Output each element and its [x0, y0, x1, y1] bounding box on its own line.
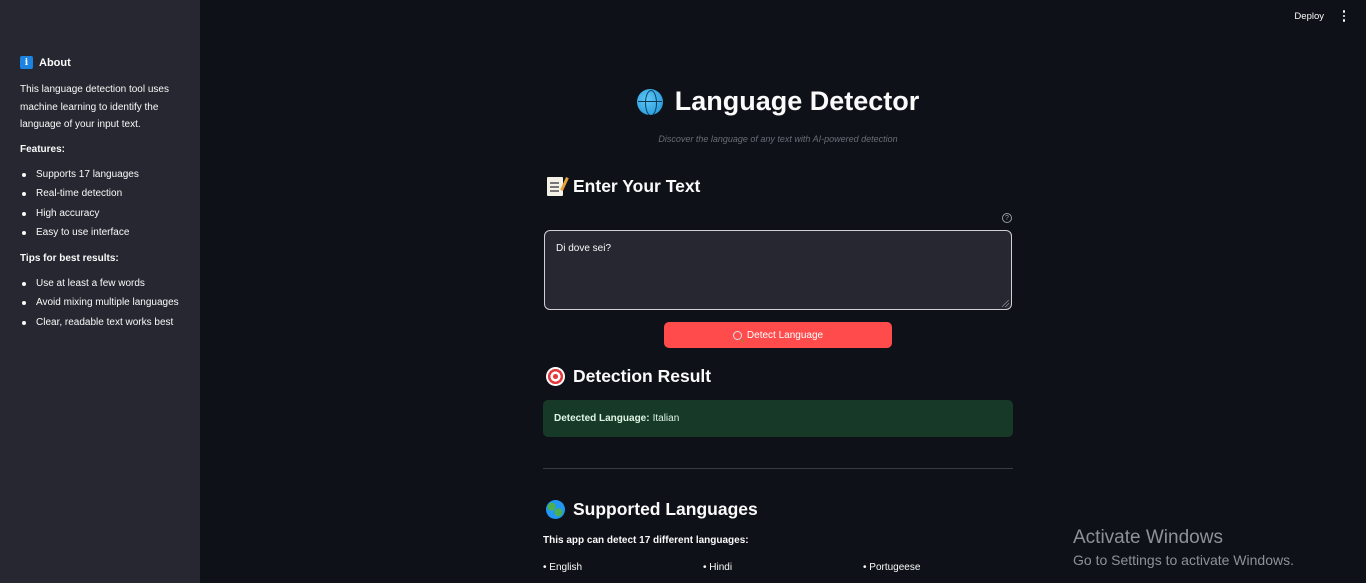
watermark-subtitle: Go to Settings to activate Windows. [1073, 552, 1294, 568]
tip-item: Clear, readable text works best [20, 313, 180, 333]
about-title: About [39, 56, 71, 69]
result-heading-text: Detection Result [573, 366, 712, 386]
windows-activation-watermark: Activate Windows Go to Settings to activ… [1073, 527, 1294, 568]
app-root: i About This language detection tool use… [0, 0, 1366, 583]
about-description: This language detection tool uses machin… [20, 84, 169, 130]
result-label: Detected Language: [554, 413, 650, 424]
magnifier-icon [732, 330, 742, 340]
features-heading: Features: [20, 143, 66, 155]
deploy-button[interactable]: Deploy [1294, 11, 1324, 22]
feature-item: Real-time detection [20, 184, 180, 204]
features-list: Supports 17 languages Real-time detectio… [20, 165, 180, 243]
result-section-heading: Detection Result [545, 366, 711, 387]
tips-heading: Tips for best results: [20, 252, 119, 264]
feature-item: Easy to use interface [20, 223, 180, 243]
result-alert: Detected Language: Italian [543, 400, 1013, 437]
input-section-heading: Enter Your Text [545, 176, 700, 197]
feature-item: High accuracy [20, 204, 180, 224]
language-item: • Hindi [703, 562, 733, 573]
languages-intro: This app can detect 17 different languag… [543, 535, 749, 546]
result-value: Italian [652, 413, 680, 424]
tips-list: Use at least a few words Avoid mixing mu… [20, 274, 180, 333]
section-divider [543, 468, 1013, 469]
globe-icon [636, 88, 663, 115]
resize-handle-icon[interactable] [1002, 300, 1009, 307]
languages-section-heading: Supported Languages [545, 499, 758, 520]
info-icon: i [20, 56, 33, 69]
sidebar: i About This language detection tool use… [0, 0, 200, 583]
text-input-area[interactable]: Di dove sei? [544, 230, 1012, 310]
memo-icon [545, 177, 565, 197]
language-item: • English [543, 562, 583, 573]
tip-item: Avoid mixing multiple languages [20, 293, 180, 313]
top-toolbar: Deploy [1294, 0, 1366, 32]
feature-item: Supports 17 languages [20, 165, 180, 185]
tip-item: Use at least a few words [20, 274, 180, 294]
earth-icon [545, 500, 565, 520]
text-input-value: Di dove sei? [556, 243, 612, 254]
page-title: Language Detector [674, 86, 920, 116]
target-icon [545, 367, 565, 387]
page-subtitle: Discover the language of any text with A… [658, 134, 898, 144]
detect-language-button[interactable]: Detect Language [664, 322, 892, 348]
page-header: Language Detector [543, 86, 1013, 117]
kebab-menu-icon[interactable] [1334, 10, 1354, 22]
help-icon[interactable]: ? [1002, 213, 1012, 223]
watermark-title: Activate Windows [1073, 527, 1223, 548]
about-heading: i About [20, 56, 180, 69]
input-heading-text: Enter Your Text [573, 176, 701, 196]
languages-heading-text: Supported Languages [573, 499, 758, 519]
language-item: • Portugeese [863, 562, 921, 573]
detect-button-label: Detect Language [746, 329, 824, 341]
